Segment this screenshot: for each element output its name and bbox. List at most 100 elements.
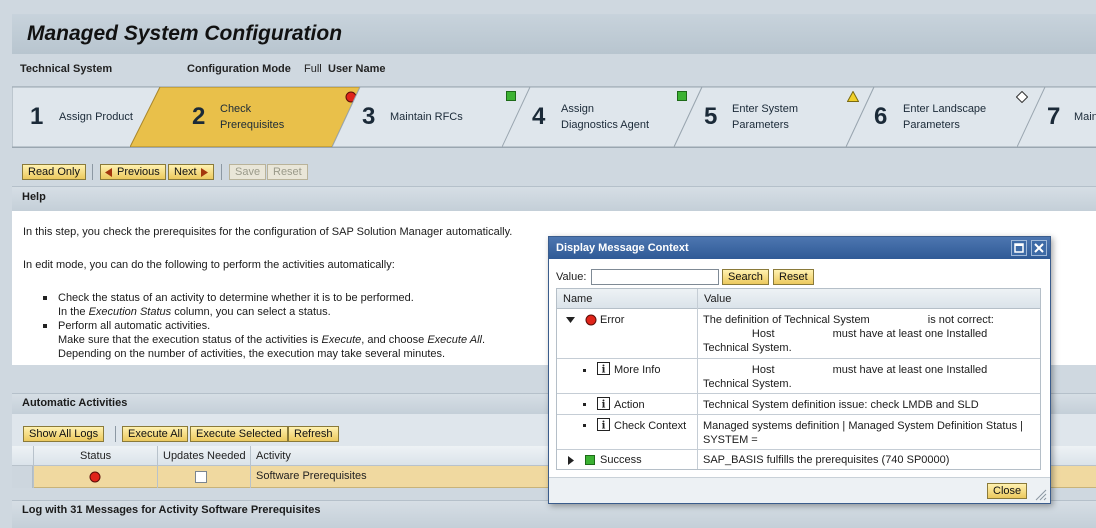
value-input[interactable] <box>591 269 719 285</box>
message-name: More Info <box>614 364 661 376</box>
expand-right-icon[interactable] <box>568 456 574 465</box>
message-value: Managed systems definition | Managed Sys… <box>703 420 1023 446</box>
step-label: Enter System <box>732 103 799 115</box>
dialog-title-bar[interactable]: Display Message Context <box>549 237 1050 259</box>
info-icon: i <box>597 362 610 375</box>
page-header: Managed System Configuration <box>12 14 1096 54</box>
technical-system-label: Technical System <box>20 63 113 75</box>
roadmap-step-5[interactable]: 5 Enter System Parameters <box>674 87 875 147</box>
execute-all-button[interactable]: Execute All <box>122 426 189 442</box>
execute-selected-button[interactable]: Execute Selected <box>190 426 288 442</box>
column-status[interactable]: Status <box>80 450 111 462</box>
roadmap-step-6[interactable]: 6 Enter Landscape Parameters <box>846 87 1047 147</box>
help-header: Help <box>12 186 1096 211</box>
config-mode-label: Configuration Mode <box>187 63 291 75</box>
help-paragraph: In this step, you check the prerequisite… <box>23 226 513 238</box>
user-name-label: User Name <box>328 63 386 75</box>
column-divider <box>157 446 158 488</box>
toolbar-separator <box>115 426 116 442</box>
updates-needed-checkbox[interactable] <box>195 471 207 483</box>
error-status-icon <box>89 471 101 483</box>
close-button[interactable]: Close <box>987 483 1028 499</box>
step-label: Maintain RFCs <box>390 111 463 123</box>
message-context-dialog: Display Message Context Value: Search Re… <box>548 236 1051 504</box>
message-row-action[interactable]: i Action Technical System definition iss… <box>557 394 1040 415</box>
step-number: 3 <box>362 103 376 130</box>
step-number: 6 <box>874 103 888 130</box>
svg-text:i: i <box>602 365 606 376</box>
message-row-success[interactable]: Success SAP_BASIS fulfills the prerequis… <box>557 450 1040 470</box>
bullet-icon <box>583 403 586 406</box>
refresh-button[interactable]: Refresh <box>288 426 339 442</box>
row-selector[interactable] <box>12 466 33 488</box>
save-button[interactable]: Save <box>229 164 267 180</box>
message-value: Technical System definition issue: check… <box>703 399 979 411</box>
column-updates-needed[interactable]: Updates Needed <box>163 450 246 462</box>
step-number: 5 <box>704 103 718 130</box>
message-table-header: Name Value <box>557 289 1040 309</box>
step-number: 1 <box>30 103 44 130</box>
message-table: Name Value Error The definition of Techn… <box>556 288 1041 470</box>
error-icon <box>585 314 597 326</box>
previous-button[interactable]: Previous <box>100 164 166 180</box>
help-title: Help <box>22 191 46 203</box>
dialog-footer: Close <box>549 477 1050 503</box>
svg-text:i: i <box>602 421 606 432</box>
close-icon[interactable] <box>1031 240 1047 256</box>
info-icon: i <box>597 397 610 410</box>
step-number: 7 <box>1047 103 1061 130</box>
bullet-icon <box>43 324 47 328</box>
maximize-icon[interactable] <box>1011 240 1027 256</box>
step-label-2: Prerequisites <box>220 119 285 131</box>
roadmap-step-4[interactable]: 4 Assign Diagnostics Agent <box>502 87 703 147</box>
dialog-title: Display Message Context <box>556 242 689 254</box>
reset-button[interactable]: Reset <box>267 164 308 180</box>
toolbar-separator <box>92 164 93 180</box>
success-icon <box>585 455 595 465</box>
column-name[interactable]: Name <box>563 293 592 305</box>
roadmap-step-7[interactable]: 7 Main <box>1017 87 1096 147</box>
dialog-reset-button[interactable]: Reset <box>773 269 814 285</box>
step-label: Main <box>1074 111 1096 123</box>
roadmap-step-2[interactable]: 2 Check Prerequisites <box>130 87 361 147</box>
step-label: Assign <box>561 103 595 115</box>
message-name: Check Context <box>614 420 687 432</box>
log-header: Log with 31 Messages for Activity Softwa… <box>12 500 1096 528</box>
step-label-2: Parameters <box>903 119 960 131</box>
message-row-check-context[interactable]: i Check Context Managed systems definiti… <box>557 415 1040 450</box>
resize-grip-icon[interactable] <box>1035 489 1047 501</box>
page-title: Managed System Configuration <box>27 22 343 45</box>
message-value: The definition of Technical System is no… <box>703 314 994 354</box>
step-label-2: Parameters <box>732 119 789 131</box>
help-bullet-detail: Make sure that the execution status of t… <box>58 334 486 346</box>
bullet-icon <box>583 424 586 427</box>
column-value[interactable]: Value <box>704 293 731 305</box>
previous-label: Previous <box>117 166 160 178</box>
step-label: Enter Landscape <box>903 103 987 115</box>
next-button[interactable]: Next <box>168 164 214 180</box>
previous-arrow-icon <box>105 168 112 177</box>
next-label: Next <box>174 166 197 178</box>
show-all-logs-button[interactable]: Show All Logs <box>23 426 105 442</box>
column-activity[interactable]: Activity <box>256 450 291 462</box>
search-button[interactable]: Search <box>722 269 769 285</box>
message-value: SAP_BASIS fulfills the prerequisites (74… <box>703 454 950 466</box>
expand-down-icon[interactable] <box>566 317 575 323</box>
step-number: 4 <box>532 103 546 130</box>
step-label: Assign Product <box>59 111 133 123</box>
help-bullet-detail: Depending on the number of activities, t… <box>58 348 446 360</box>
bullet-icon <box>43 296 47 300</box>
column-divider <box>250 446 251 488</box>
roadmap: 1 Assign Product 2 Check Prerequisites 3… <box>12 86 1096 148</box>
read-only-button[interactable]: Read Only <box>22 164 86 180</box>
help-bullet-detail: In the Execution Status column, you can … <box>58 306 331 318</box>
message-row-more-info[interactable]: i More Info Host must have at least one … <box>557 359 1040 394</box>
step-number: 2 <box>192 103 206 130</box>
log-title: Log with 31 Messages for Activity Softwa… <box>22 504 321 516</box>
step-label: Check <box>220 103 252 115</box>
toolbar-separator <box>221 164 222 180</box>
step-label-2: Diagnostics Agent <box>561 119 650 131</box>
message-row-error[interactable]: Error The definition of Technical System… <box>557 309 1040 359</box>
message-value: Host must have at least one Installed Te… <box>703 364 988 390</box>
help-paragraph: In edit mode, you can do the following t… <box>23 259 395 271</box>
